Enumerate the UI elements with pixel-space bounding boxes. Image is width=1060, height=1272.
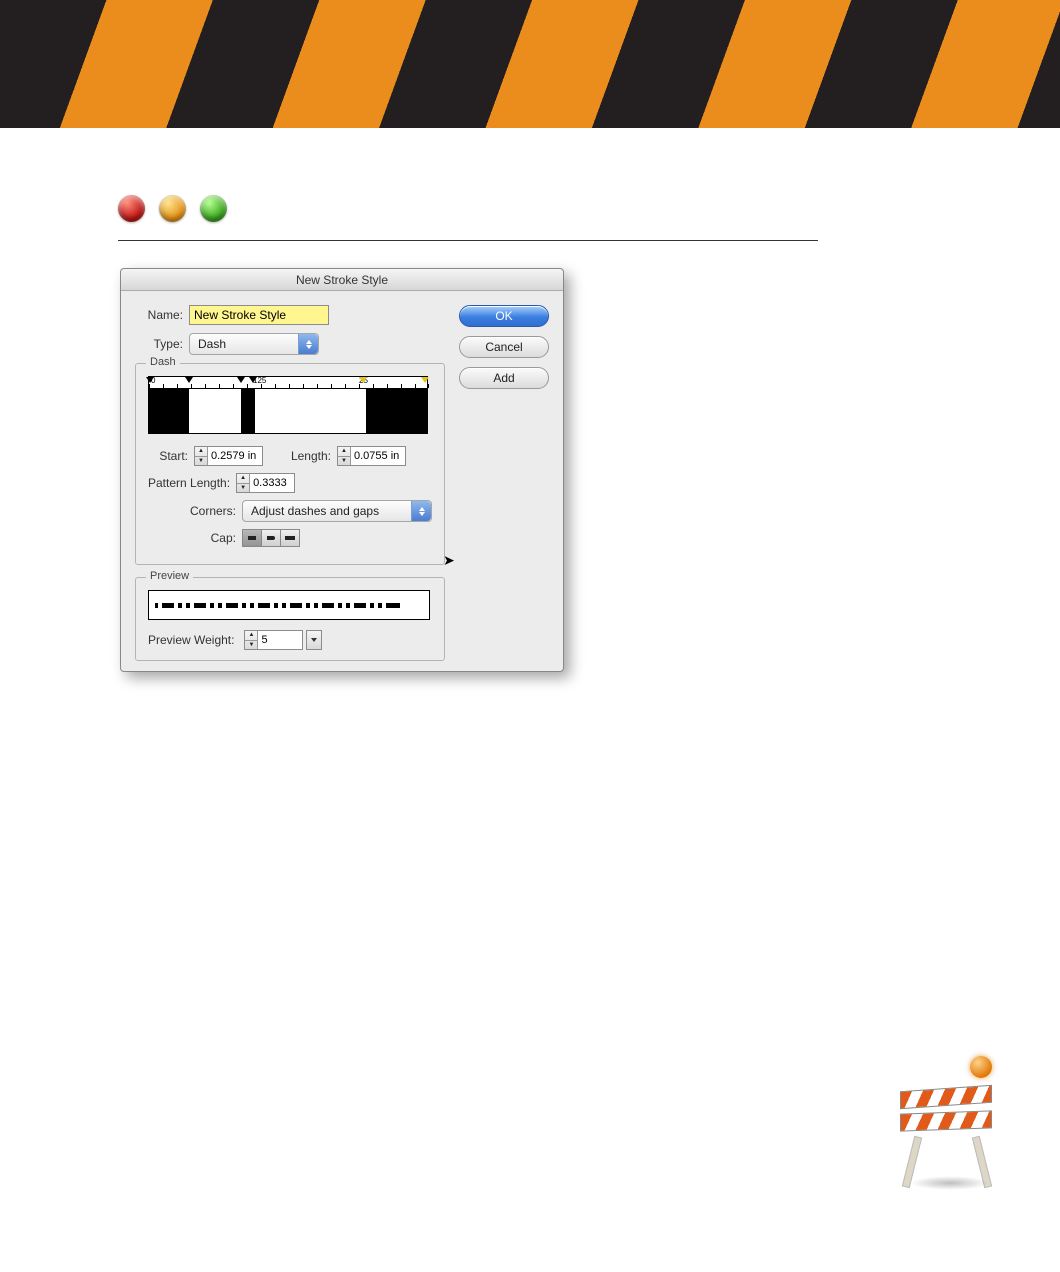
- red-light-icon: [118, 195, 145, 222]
- corners-label: Corners:: [148, 504, 236, 518]
- pattern-length-input[interactable]: ▲▼: [236, 473, 295, 493]
- type-select-value: Dash: [198, 337, 226, 351]
- preview-stroke: [148, 590, 430, 620]
- name-label: Name:: [135, 308, 183, 322]
- dash-marker-icon[interactable]: [359, 377, 367, 383]
- barricade-illustration: [900, 1062, 1000, 1182]
- type-select[interactable]: Dash: [189, 333, 319, 355]
- dash-group-title: Dash: [146, 356, 180, 368]
- dialog-title: New Stroke Style: [121, 269, 563, 291]
- preview-weight-input[interactable]: ▲▼: [244, 630, 303, 650]
- cap-label: Cap:: [148, 531, 236, 545]
- cap-round-button[interactable]: [261, 529, 281, 547]
- new-stroke-style-dialog: New Stroke Style OK Cancel Add Name: Typ…: [120, 268, 564, 672]
- dash-marker-icon[interactable]: [421, 377, 429, 383]
- dash-pattern-preview: [149, 389, 427, 433]
- hazard-stripe-banner: [0, 0, 1060, 128]
- preview-group-title: Preview: [146, 570, 193, 582]
- ok-button[interactable]: OK: [459, 305, 549, 327]
- corners-select[interactable]: Adjust dashes and gaps: [242, 500, 432, 522]
- dash-marker-icon[interactable]: [237, 377, 245, 383]
- length-input[interactable]: ▲▼: [337, 446, 406, 466]
- pattern-length-label: Pattern Length:: [148, 476, 230, 490]
- chevron-updown-icon: [298, 334, 318, 354]
- dash-ruler[interactable]: 0 125 25: [148, 376, 428, 434]
- chevron-updown-icon: [411, 501, 431, 521]
- divider-line: [118, 240, 818, 241]
- traffic-lights: [118, 195, 227, 222]
- cursor-arrow-icon: ➤: [443, 552, 455, 569]
- hazard-board-icon: [900, 1085, 992, 1109]
- preview-weight-label: Preview Weight:: [148, 633, 234, 647]
- dash-marker-icon[interactable]: [146, 377, 154, 383]
- warning-light-icon: [970, 1056, 992, 1078]
- stepper-icon[interactable]: ▲▼: [195, 447, 208, 465]
- add-button[interactable]: Add: [459, 367, 549, 389]
- cap-butt-button[interactable]: [242, 529, 262, 547]
- green-light-icon: [200, 195, 227, 222]
- stepper-icon[interactable]: ▲▼: [245, 631, 258, 649]
- start-label: Start:: [148, 449, 188, 463]
- name-input[interactable]: [189, 305, 329, 325]
- dash-marker-icon[interactable]: [249, 377, 257, 383]
- type-label: Type:: [135, 337, 183, 351]
- dash-group: Dash 0 125 25: [135, 363, 445, 565]
- dash-marker-icon[interactable]: [185, 377, 193, 383]
- yellow-light-icon: [159, 195, 186, 222]
- cap-projecting-button[interactable]: [280, 529, 300, 547]
- cancel-button[interactable]: Cancel: [459, 336, 549, 358]
- preview-group: Preview: [135, 577, 445, 661]
- stepper-icon[interactable]: ▲▼: [237, 474, 250, 492]
- shadow-icon: [910, 1176, 990, 1190]
- length-label: Length:: [275, 449, 331, 463]
- corners-select-value: Adjust dashes and gaps: [251, 504, 379, 518]
- hazard-board-icon: [900, 1110, 992, 1131]
- stepper-icon[interactable]: ▲▼: [338, 447, 351, 465]
- start-input[interactable]: ▲▼: [194, 446, 263, 466]
- preview-weight-dropdown[interactable]: [306, 630, 322, 650]
